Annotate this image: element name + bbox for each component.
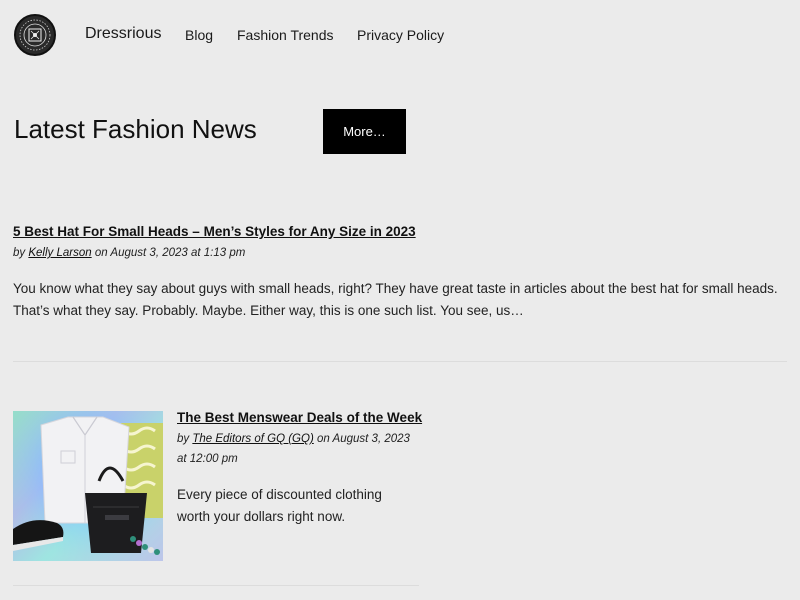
article-divider bbox=[13, 585, 419, 586]
nav-item-privacy-policy[interactable]: Privacy Policy bbox=[357, 27, 444, 43]
article-thumbnail[interactable] bbox=[13, 411, 163, 561]
article-excerpt: Every piece of discounted clothing worth… bbox=[177, 487, 382, 524]
page: Dressrious Blog Fashion Trends Privacy P… bbox=[0, 0, 800, 600]
section-title: Latest Fashion News bbox=[14, 114, 257, 144]
article-meta: by Kelly Larson on August 3, 2023 at 1:1… bbox=[13, 243, 245, 263]
article-title-link[interactable]: The Best Menswear Deals of the Week bbox=[177, 410, 422, 425]
site-header: Dressrious Blog Fashion Trends Privacy P… bbox=[0, 0, 800, 70]
nav-item-blog[interactable]: Blog bbox=[185, 27, 213, 43]
nav-item-fashion-trends[interactable]: Fashion Trends bbox=[237, 27, 334, 43]
article-title-link[interactable]: 5 Best Hat For Small Heads – Men’s Style… bbox=[13, 224, 416, 239]
menswear-collage-image bbox=[13, 411, 163, 561]
author-link[interactable]: The Editors of GQ (GQ) bbox=[192, 433, 313, 445]
byline-prefix: by bbox=[13, 247, 26, 259]
author-link[interactable]: Kelly Larson bbox=[28, 247, 91, 259]
article-date: on August 3, 2023 at 1:13 pm bbox=[94, 247, 246, 259]
byline-prefix: by bbox=[177, 433, 190, 445]
more-button[interactable]: More… bbox=[323, 109, 406, 154]
site-logo[interactable] bbox=[14, 14, 56, 56]
article-meta: by The Editors of GQ (GQ) on August 3, 2… bbox=[177, 429, 422, 469]
logo-emblem-icon bbox=[19, 19, 51, 51]
site-title[interactable]: Dressrious bbox=[85, 25, 161, 43]
article-divider bbox=[13, 361, 787, 362]
article-excerpt: You know what they say about guys with s… bbox=[13, 281, 778, 318]
